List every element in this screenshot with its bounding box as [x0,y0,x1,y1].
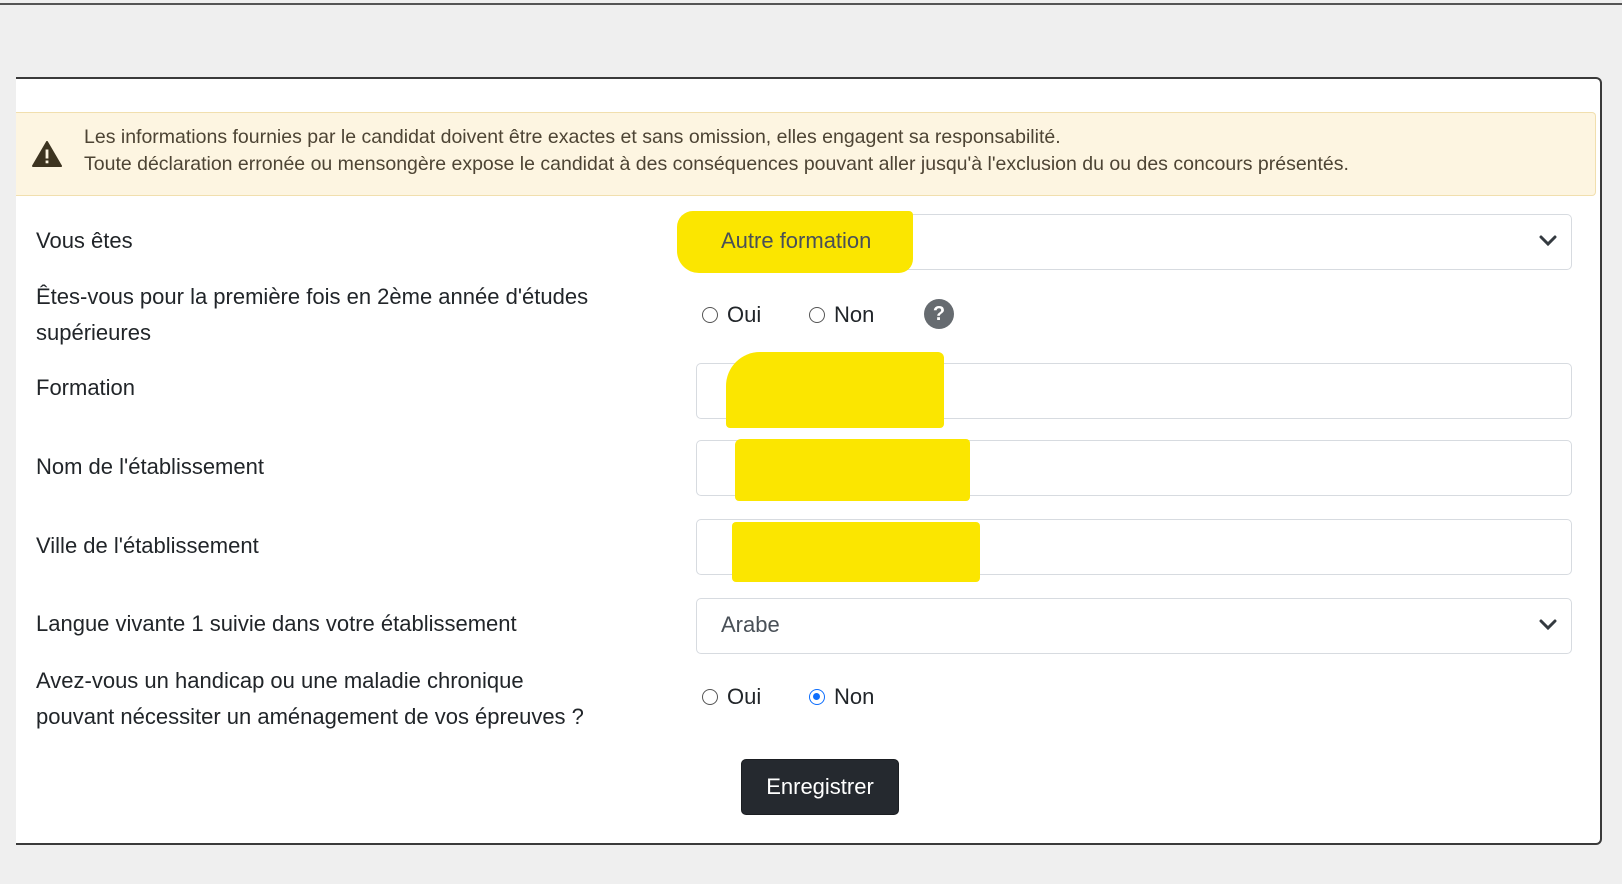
premiere-fois-oui-radio[interactable]: Oui [702,302,761,328]
vous-etes-label: Vous êtes [36,228,133,253]
highlight-mark [732,522,980,582]
save-button[interactable]: Enregistrer [741,759,899,815]
premiere-fois-label-line-1: Êtes-vous pour la première fois en 2ème … [36,284,589,309]
warning-triangle-icon [32,141,62,167]
nom-etablissement-label: Nom de l'établissement [36,454,264,479]
radio-button[interactable] [702,307,718,323]
chevron-down-icon [1539,235,1557,247]
handicap-label-line-1: Avez-vous un handicap ou une maladie chr… [36,668,524,693]
radio-label: Oui [727,302,762,327]
langue-vivante-value: Arabe [721,612,780,637]
form-card: Les informations fournies par le candida… [16,77,1602,845]
ville-etablissement-input[interactable] [696,519,1572,582]
chevron-down-icon [1539,619,1557,631]
langue-vivante-select[interactable]: Arabe [696,598,1572,654]
alert-text-line-2: Toute déclaration erronée ou mensongère … [84,153,1349,175]
premiere-fois-non-radio[interactable]: Non [809,302,874,328]
radio-label: Non [834,302,875,327]
radio-label: Non [834,684,875,709]
handicap-oui-radio[interactable]: Oui [702,684,761,710]
warning-alert: Les informations fournies par le candida… [16,112,1596,196]
radio-button[interactable] [702,689,718,705]
formation-label: Formation [36,375,136,400]
vous-etes-select[interactable]: Autre formation [677,211,1572,273]
ville-etablissement-label: Ville de l'établissement [36,533,259,558]
help-question-icon[interactable]: ? [924,299,954,329]
highlight-mark [735,439,970,501]
formation-input[interactable] [696,352,1572,428]
vous-etes-value: Autre formation [721,228,872,253]
nom-etablissement-input[interactable] [696,439,1572,501]
top-divider [0,3,1622,5]
langue-vivante-label: Langue vivante 1 suivie dans votre établ… [36,611,517,636]
highlight-mark [726,352,944,428]
handicap-label-line-2: pouvant nécessiter un aménagement de vos… [36,704,584,729]
radio-button[interactable] [809,307,825,323]
premiere-fois-label-line-2: supérieures [36,320,151,345]
radio-button-checked[interactable] [809,689,825,705]
handicap-non-radio[interactable]: Non [809,684,874,710]
alert-text-line-1: Les informations fournies par le candida… [84,126,1061,148]
radio-label: Oui [727,684,762,709]
